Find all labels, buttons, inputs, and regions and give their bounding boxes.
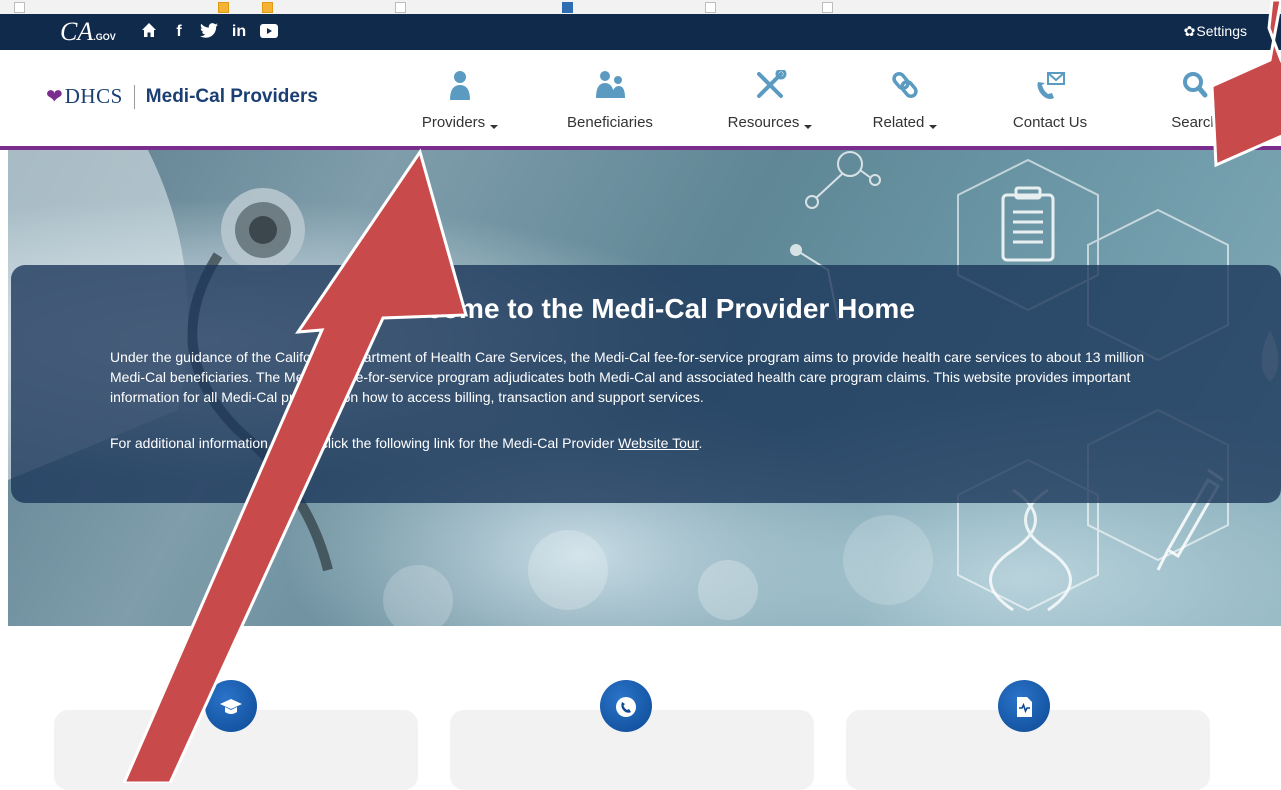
phone-circle-icon <box>600 680 652 732</box>
site-header: ❤ DHCS Medi-Cal Providers Providers Bene… <box>0 50 1281 150</box>
nav-beneficiaries-label: Beneficiaries <box>567 114 653 131</box>
link-icon <box>892 71 918 99</box>
settings-button[interactable]: ✿Settings <box>1184 23 1247 40</box>
gear-icon: ✿ <box>1183 23 1196 39</box>
bookmark-icon[interactable] <box>562 2 573 13</box>
nav-providers[interactable]: Providers <box>410 50 510 146</box>
welcome-description: Under the guidance of the California Dep… <box>110 349 1145 405</box>
contact-phone-mail-icon <box>1037 72 1065 99</box>
nav-resources-label: Resources <box>727 114 800 131</box>
social-links: f in <box>134 22 284 42</box>
brand-title: Medi-Cal Providers <box>145 85 318 107</box>
bookmark-icon[interactable] <box>218 2 229 13</box>
bookmark-icon[interactable] <box>822 2 833 13</box>
home-icon[interactable] <box>134 22 164 42</box>
tools-icon <box>757 70 787 98</box>
brand-dhcs-text: DHCS <box>64 84 123 108</box>
nav-search-label: Search <box>1171 114 1219 131</box>
twitter-icon[interactable] <box>194 22 224 42</box>
website-tour-line: For additional information, please click… <box>110 433 1170 453</box>
nav-related[interactable]: Related <box>860 50 950 146</box>
youtube-icon[interactable] <box>254 22 284 42</box>
facebook-icon[interactable]: f <box>164 22 194 42</box>
browser-bookmarks-strip <box>0 0 1281 15</box>
nav-providers-label: Providers <box>421 114 486 131</box>
ca-gov-logo-suffix: .GOV <box>93 32 116 42</box>
linkedin-icon[interactable]: in <box>224 22 254 42</box>
nav-contact-label: Contact Us <box>1012 114 1088 131</box>
website-tour-link[interactable]: Website Tour <box>618 435 698 451</box>
chevron-down-icon <box>490 125 499 129</box>
beneficiaries-group-icon <box>596 71 625 98</box>
nav-search[interactable]: Search <box>1160 50 1230 146</box>
hero-banner: Welcome to the Medi-Cal Provider Home Un… <box>8 150 1281 626</box>
settings-label: Settings <box>1196 23 1247 39</box>
utility-bar: CA.GOV f in ✿Settings <box>0 14 1281 50</box>
graduation-cap-icon <box>205 680 257 732</box>
nav-beneficiaries[interactable]: Beneficiaries <box>555 50 665 146</box>
provider-person-icon <box>450 71 470 100</box>
nav-contact-us[interactable]: Contact Us <box>1000 50 1100 146</box>
chevron-down-icon <box>804 125 813 129</box>
bookmark-icon[interactable] <box>262 2 273 13</box>
bookmark-icon[interactable] <box>395 2 406 13</box>
ca-gov-logo-text: CA <box>60 17 94 46</box>
bookmark-icon[interactable] <box>705 2 716 13</box>
bookmark-icon[interactable] <box>14 2 25 13</box>
website-tour-suffix: . <box>698 435 703 451</box>
ca-gov-logo[interactable]: CA.GOV <box>60 19 116 50</box>
heart-icon: ❤ <box>46 86 63 108</box>
welcome-title: Welcome to the Medi-Cal Provider Home <box>377 293 915 324</box>
medical-document-icon <box>998 680 1050 732</box>
chevron-down-icon <box>929 125 938 129</box>
nav-related-label: Related <box>872 114 925 131</box>
brand-divider <box>133 84 135 109</box>
website-tour-prefix: For additional information, please click… <box>110 435 619 451</box>
nav-resources[interactable]: Resources <box>720 50 820 146</box>
welcome-panel: Welcome to the Medi-Cal Provider Home Un… <box>11 265 1281 503</box>
dhcs-brand-logo[interactable]: ❤ DHCS Medi-Cal Providers <box>46 84 318 109</box>
search-icon <box>1183 72 1208 98</box>
